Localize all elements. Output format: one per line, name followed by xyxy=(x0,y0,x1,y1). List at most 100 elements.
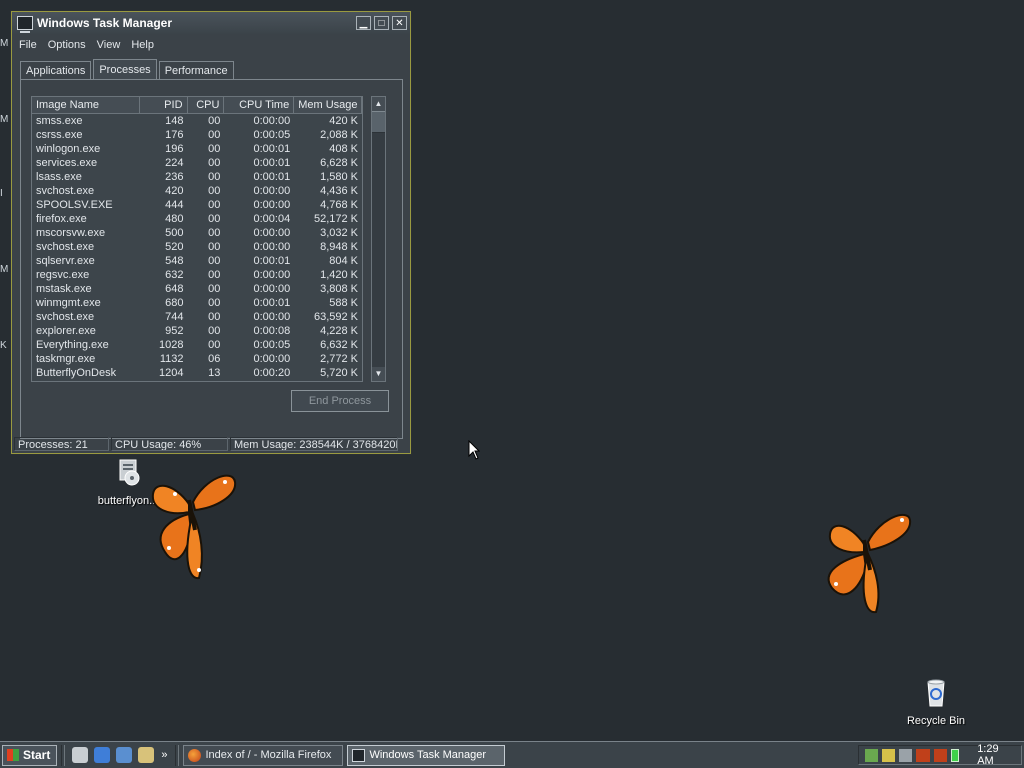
table-row[interactable]: lsass.exe 236 00 0:00:01 1,580 K xyxy=(32,170,362,184)
cell-mem-usage: 8,948 K xyxy=(320,241,358,253)
cell-mem-usage: 6,632 K xyxy=(320,339,358,351)
table-row[interactable]: ButterflyOnDesk 1204 13 0:00:20 5,720 K xyxy=(32,366,362,380)
cell-cpu-time: 0:00:01 xyxy=(253,297,291,309)
tab-performance[interactable]: Performance xyxy=(158,61,234,79)
cell-pid: 444 xyxy=(165,199,184,211)
cell-image-name: SPOOLSV.EXE xyxy=(36,199,113,211)
table-row[interactable]: services.exe 224 00 0:00:01 6,628 K xyxy=(32,156,362,170)
cell-cpu: 00 xyxy=(208,129,221,141)
butterfly-image xyxy=(827,514,912,614)
cell-image-name: mstask.exe xyxy=(36,283,92,295)
process-list[interactable]: Image Name PID CPU CPU Time Mem Usage sm… xyxy=(31,96,363,382)
cell-image-name: svchost.exe xyxy=(36,311,95,323)
cell-cpu-time: 0:00:05 xyxy=(253,129,291,141)
cell-mem-usage: 3,032 K xyxy=(320,227,358,239)
table-row[interactable]: SPOOLSV.EXE 444 00 0:00:00 4,768 K xyxy=(32,198,362,212)
end-process-button[interactable]: End Process xyxy=(291,390,389,412)
cell-pid: 1204 xyxy=(159,367,184,379)
task-manager-window: Windows Task Manager ▁ □ ✕ File Options … xyxy=(11,11,411,454)
cell-image-name: firefox.exe xyxy=(36,213,87,225)
scroll-thumb[interactable] xyxy=(372,111,385,133)
menu-options[interactable]: Options xyxy=(48,39,86,51)
table-row[interactable]: firefox.exe 480 00 0:00:04 52,172 K xyxy=(32,212,362,226)
cell-cpu: 00 xyxy=(208,143,221,155)
column-mem-usage[interactable]: Mem Usage xyxy=(294,97,362,113)
title-bar[interactable]: Windows Task Manager ▁ □ ✕ xyxy=(12,12,410,34)
tab-applications[interactable]: Applications xyxy=(20,61,92,79)
internet-explorer-icon[interactable] xyxy=(94,747,111,763)
list-body: smss.exe 148 00 0:00:00 420 K csrss.exe 176 00 0… xyxy=(32,114,362,380)
close-button[interactable]: ✕ xyxy=(392,16,407,30)
menu-bar: File Options View Help xyxy=(12,35,410,54)
vertical-scrollbar[interactable]: ▲ ▼ xyxy=(371,96,386,382)
windows-logo-icon xyxy=(7,749,19,761)
minimize-button[interactable]: ▁ xyxy=(356,16,371,30)
cell-image-name: ButterflyOnDesk xyxy=(36,367,117,379)
cell-cpu: 00 xyxy=(208,227,221,239)
scroll-up-arrow-icon[interactable]: ▲ xyxy=(372,97,385,111)
table-row[interactable]: winmgmt.exe 680 00 0:00:01 588 K xyxy=(32,296,362,310)
clock[interactable]: 1:29 AM xyxy=(977,743,1015,767)
cell-mem-usage: 2,088 K xyxy=(320,129,358,141)
tab-strip: Applications Processes Performance xyxy=(20,58,236,80)
status-mem-usage: Mem Usage: 238544K / 3768420K xyxy=(230,437,398,451)
cell-image-name: svchost.exe xyxy=(36,185,95,197)
quick-launch-more-icon[interactable]: » xyxy=(161,749,167,761)
cell-image-name: regsvc.exe xyxy=(36,269,90,281)
butterfly-tray-icon[interactable] xyxy=(916,748,930,762)
butterfly-tray-icon[interactable] xyxy=(933,748,947,762)
cell-pid: 744 xyxy=(165,311,184,323)
table-row[interactable]: explorer.exe 952 00 0:00:08 4,228 K xyxy=(32,324,362,338)
cell-cpu: 06 xyxy=(208,353,221,365)
table-row[interactable]: smss.exe 148 00 0:00:00 420 K xyxy=(32,114,362,128)
cell-pid: 680 xyxy=(165,297,184,309)
show-desktop-icon[interactable] xyxy=(72,747,89,763)
table-row[interactable]: regsvc.exe 632 00 0:00:00 1,420 K xyxy=(32,268,362,282)
cell-cpu: 00 xyxy=(208,157,221,169)
cell-cpu-time: 0:00:20 xyxy=(253,367,291,379)
taskbar-button-task-manager[interactable]: Windows Task Manager xyxy=(347,744,506,766)
table-row[interactable]: svchost.exe 420 00 0:00:00 4,436 K xyxy=(32,184,362,198)
start-button[interactable]: Start xyxy=(2,744,58,766)
cell-cpu-time: 0:00:00 xyxy=(253,115,291,127)
cell-pid: 520 xyxy=(165,241,184,253)
tab-processes[interactable]: Processes xyxy=(93,59,157,80)
taskbar-button-firefox[interactable]: Index of / - Mozilla Firefox xyxy=(183,744,344,766)
tray-app-icon[interactable] xyxy=(899,748,913,762)
cell-cpu: 00 xyxy=(208,311,221,323)
cell-pid: 952 xyxy=(165,325,184,337)
table-row[interactable]: svchost.exe 744 00 0:00:00 63,592 K xyxy=(32,310,362,324)
table-row[interactable]: csrss.exe 176 00 0:00:05 2,088 K xyxy=(32,128,362,142)
cell-cpu-time: 0:00:04 xyxy=(253,213,291,225)
column-image-name[interactable]: Image Name xyxy=(32,97,140,113)
menu-file[interactable]: File xyxy=(19,39,37,51)
cell-pid: 176 xyxy=(165,129,184,141)
cell-pid: 148 xyxy=(165,115,184,127)
menu-view[interactable]: View xyxy=(97,39,121,51)
cell-pid: 224 xyxy=(165,157,184,169)
butterfly-image xyxy=(151,474,237,580)
cpu-meter-icon[interactable] xyxy=(950,748,960,762)
cell-pid: 420 xyxy=(165,185,184,197)
table-row[interactable]: sqlservr.exe 548 00 0:00:01 804 K xyxy=(32,254,362,268)
column-cpu-time[interactable]: CPU Time xyxy=(224,97,295,113)
table-row[interactable]: winlogon.exe 196 00 0:00:01 408 K xyxy=(32,142,362,156)
maximize-button[interactable]: □ xyxy=(374,16,389,30)
column-cpu[interactable]: CPU xyxy=(188,97,225,113)
table-row[interactable]: mstask.exe 648 00 0:00:00 3,808 K xyxy=(32,282,362,296)
cell-image-name: Everything.exe xyxy=(36,339,109,351)
table-row[interactable]: svchost.exe 520 00 0:00:00 8,948 K xyxy=(32,240,362,254)
cell-cpu: 00 xyxy=(208,171,221,183)
table-row[interactable]: Everything.exe 1028 00 0:00:05 6,632 K xyxy=(32,338,362,352)
scroll-down-arrow-icon[interactable]: ▼ xyxy=(372,367,385,381)
explorer-icon[interactable] xyxy=(138,747,155,763)
table-row[interactable]: mscorsvw.exe 500 00 0:00:00 3,032 K xyxy=(32,226,362,240)
volume-icon[interactable] xyxy=(882,748,896,762)
network-icon[interactable] xyxy=(865,748,879,762)
desktop-icon-recycle-bin[interactable]: Recycle Bin xyxy=(896,676,976,727)
column-pid[interactable]: PID xyxy=(140,97,188,113)
menu-help[interactable]: Help xyxy=(131,39,154,51)
outlook-express-icon[interactable] xyxy=(116,747,133,763)
table-row[interactable]: taskmgr.exe 1132 06 0:00:00 2,772 K xyxy=(32,352,362,366)
cell-cpu-time: 0:00:00 xyxy=(253,241,291,253)
